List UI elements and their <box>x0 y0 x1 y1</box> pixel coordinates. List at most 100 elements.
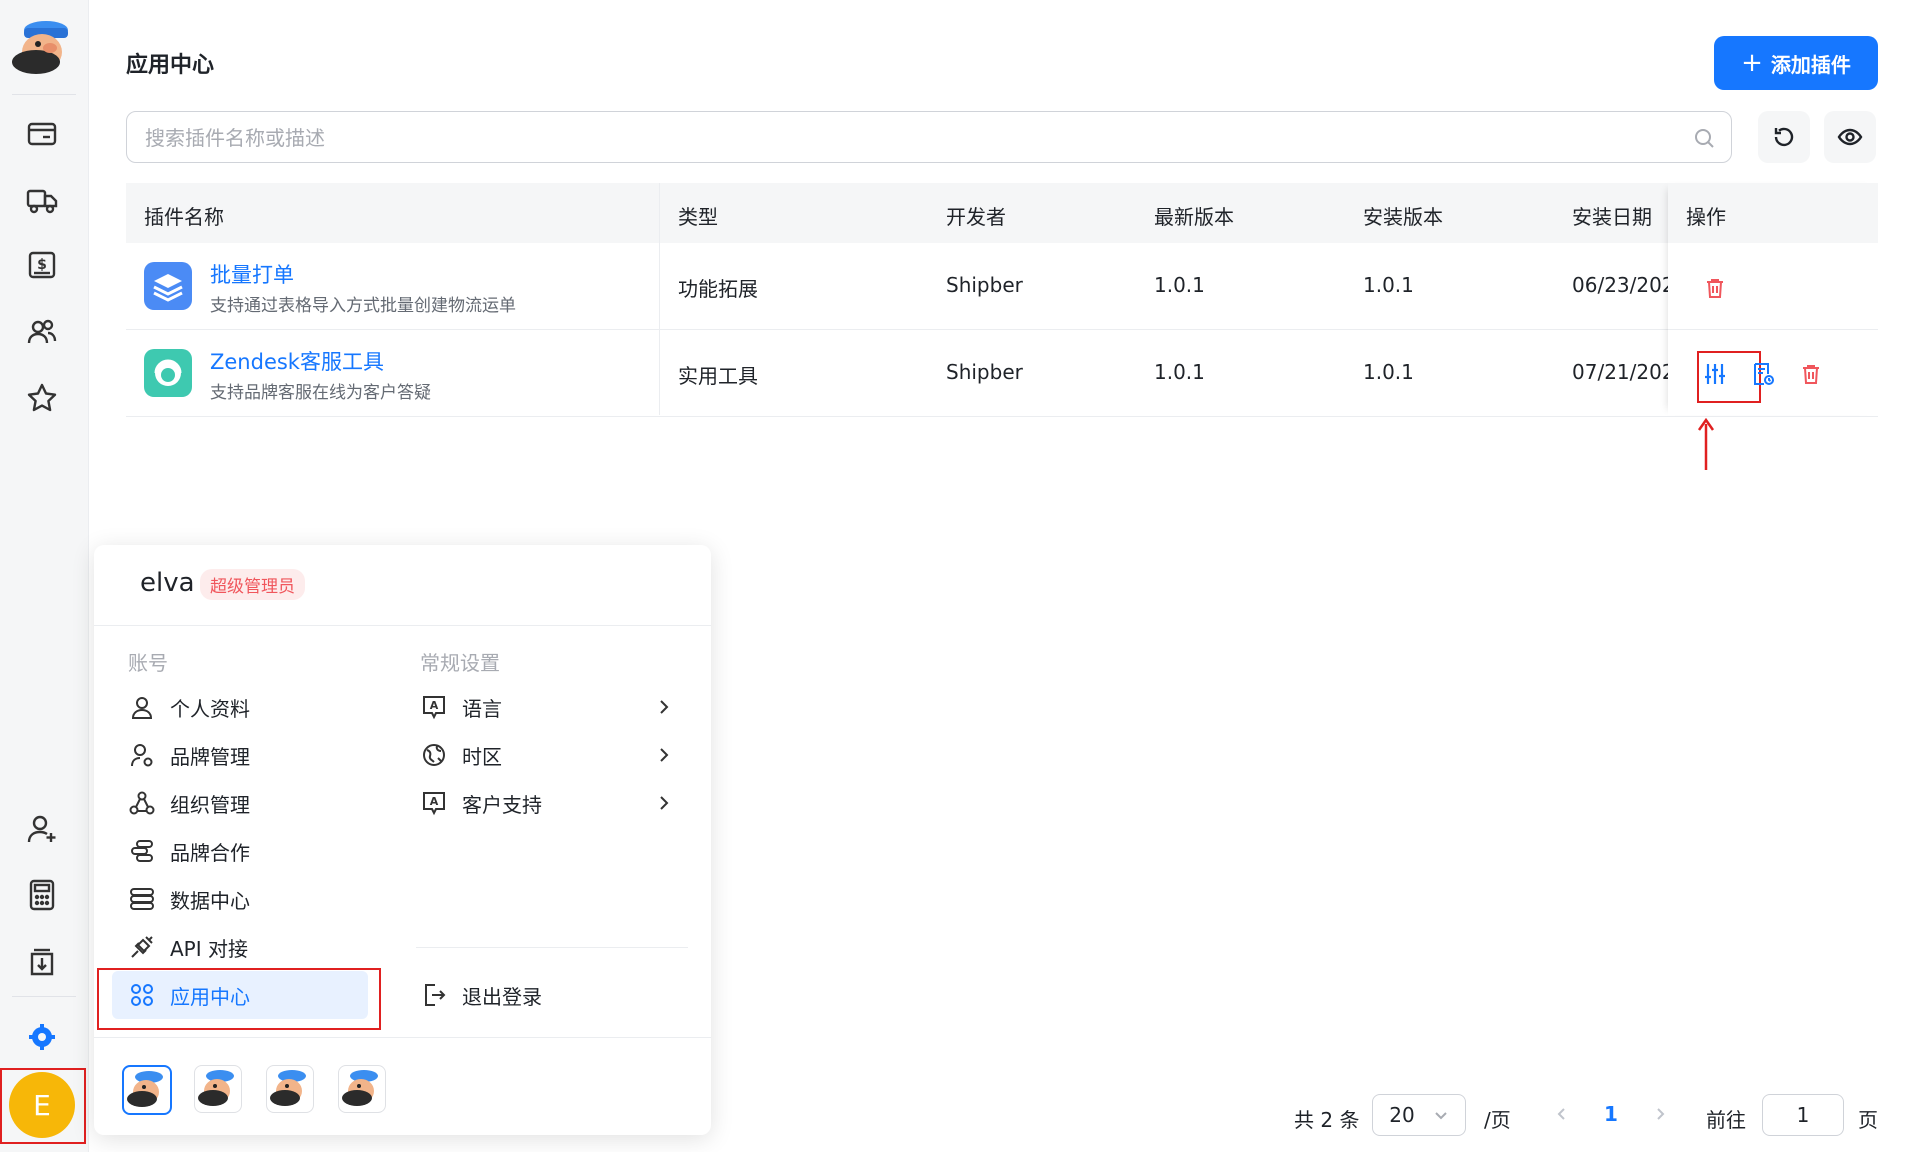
menu-item-profile[interactable]: 个人资料 <box>128 687 250 727</box>
brand-avatar[interactable] <box>194 1065 242 1113</box>
goto-page-input[interactable]: 1 <box>1762 1094 1844 1136</box>
annotation-arrow-icon <box>1697 418 1715 470</box>
role-badge: 超级管理员 <box>200 569 305 600</box>
plugin-developer: Shipber <box>946 360 1023 384</box>
delete-icon[interactable] <box>1700 273 1730 303</box>
menu-item-label: 数据中心 <box>170 888 250 913</box>
refresh-button[interactable] <box>1758 111 1810 163</box>
delete-icon[interactable] <box>1796 359 1826 389</box>
menu-item-brand-cooperation[interactable]: 品牌合作 <box>128 831 250 871</box>
plugin-description: 支持品牌客服在线为客户答疑 <box>210 383 431 403</box>
refresh-icon <box>1774 127 1794 147</box>
svg-text:$: $ <box>37 257 47 273</box>
svg-text:A: A <box>430 699 439 712</box>
truck-icon[interactable] <box>22 180 62 220</box>
menu-item-label: 时区 <box>462 744 502 769</box>
page-title: 应用中心 <box>126 53 215 78</box>
menu-item-customer-support[interactable]: A 客户支持 <box>420 783 542 823</box>
chevron-right-icon <box>660 700 669 714</box>
calculator-icon[interactable] <box>22 875 62 915</box>
wallet-icon[interactable] <box>22 114 62 154</box>
app-logo[interactable] <box>10 18 76 76</box>
menu-item-label: 退出登录 <box>462 984 542 1009</box>
highlight-avatar-box <box>0 1068 86 1144</box>
globe-icon <box>420 741 448 769</box>
brand-avatar[interactable] <box>266 1065 314 1113</box>
column-header: 类型 <box>678 205 718 229</box>
brand-avatar[interactable] <box>122 1065 172 1115</box>
user-menu: elva 超级管理员 账号 常规设置 个人资料 品牌管理 组织管理 品牌合作 数… <box>94 545 711 1135</box>
link-flow-icon <box>128 837 156 865</box>
plus-icon: + <box>1741 48 1763 78</box>
add-user-icon[interactable] <box>22 809 62 849</box>
goto-label: 前往 <box>1706 1108 1746 1132</box>
menu-divider <box>94 1037 711 1038</box>
current-page[interactable]: 1 <box>1604 1102 1618 1126</box>
org-icon <box>128 789 156 817</box>
menu-divider <box>416 947 688 948</box>
chevron-right-icon[interactable] <box>1652 1106 1668 1122</box>
username: elva <box>140 568 195 598</box>
menu-item-api[interactable]: API 对接 <box>128 927 248 967</box>
menu-item-label: 品牌管理 <box>170 744 250 769</box>
person-icon <box>128 693 156 721</box>
search-icon[interactable] <box>1693 127 1715 149</box>
plugin-name-link[interactable]: Zendesk客服工具 <box>210 346 384 376</box>
operations-column: 操作 <box>1668 183 1878 417</box>
page-suffix: 页 <box>1858 1108 1878 1132</box>
menu-item-data-center[interactable]: 数据中心 <box>128 879 250 919</box>
menu-item-label: 个人资料 <box>170 696 250 721</box>
column-header: 安装版本 <box>1363 205 1443 229</box>
add-plugin-label: 添加插件 <box>1770 52 1851 77</box>
add-plugin-button[interactable]: + 添加插件 <box>1714 36 1878 90</box>
menu-item-brand-management[interactable]: 品牌管理 <box>128 735 250 775</box>
page-size-value: 20 <box>1389 1103 1415 1127</box>
column-header: 安装日期 <box>1572 205 1652 229</box>
users-icon[interactable] <box>22 312 62 352</box>
column-header: 插件名称 <box>144 205 224 229</box>
install-date: 06/23/202 <box>1572 273 1675 297</box>
language-icon: A <box>420 693 448 721</box>
settings-icon[interactable] <box>22 1017 62 1057</box>
log-icon[interactable] <box>1748 359 1778 389</box>
menu-item-org-management[interactable]: 组织管理 <box>128 783 250 823</box>
menu-divider <box>94 625 711 626</box>
plugin-description: 支持通过表格导入方式批量创建物流运单 <box>210 296 516 316</box>
chevron-left-icon[interactable] <box>1554 1106 1570 1122</box>
headset-icon <box>144 349 192 397</box>
svg-text:A: A <box>430 795 439 808</box>
support-chat-icon: A <box>420 789 448 817</box>
column-header: 开发者 <box>946 205 1006 229</box>
page-size-select[interactable]: 20 <box>1372 1094 1466 1136</box>
total-count: 共 2 条 <box>1294 1108 1360 1132</box>
chevron-right-icon <box>660 748 669 762</box>
menu-item-timezone[interactable]: 时区 <box>420 735 502 775</box>
plugin-name-link[interactable]: 批量打单 <box>210 259 294 289</box>
installed-version: 1.0.1 <box>1363 360 1414 384</box>
per-page-label: /页 <box>1484 1108 1511 1132</box>
menu-item-label: 组织管理 <box>170 792 250 817</box>
brand-avatar[interactable] <box>338 1065 386 1113</box>
download-list-icon[interactable] <box>22 941 62 981</box>
plug-icon <box>128 933 156 961</box>
left-rail: $ E <box>0 0 89 1152</box>
billing-icon[interactable]: $ <box>22 246 62 286</box>
menu-item-label: API 对接 <box>170 936 248 961</box>
menu-item-logout[interactable]: 退出登录 <box>420 975 542 1015</box>
column-visibility-button[interactable] <box>1824 111 1876 163</box>
menu-item-label: 客户支持 <box>462 792 542 817</box>
goto-page-value: 1 <box>1796 1103 1810 1127</box>
plugin-type: 实用工具 <box>678 364 758 388</box>
logout-icon <box>420 981 448 1009</box>
menu-item-language[interactable]: A 语言 <box>420 687 502 727</box>
account-section-title: 账号 <box>128 651 168 675</box>
star-icon[interactable] <box>22 378 62 418</box>
latest-version: 1.0.1 <box>1154 273 1205 297</box>
rail-divider <box>12 94 76 95</box>
person-gear-icon <box>128 741 156 769</box>
latest-version: 1.0.1 <box>1154 360 1205 384</box>
table-row: 批量打单 支持通过表格导入方式批量创建物流运单 功能拓展 Shipber 1.0… <box>126 243 1878 330</box>
highlight-app-center-box <box>97 968 381 1030</box>
search-input[interactable] <box>143 112 1647 164</box>
table-header: 插件名称 类型 开发者 最新版本 安装版本 安装日期 <box>126 183 1878 243</box>
